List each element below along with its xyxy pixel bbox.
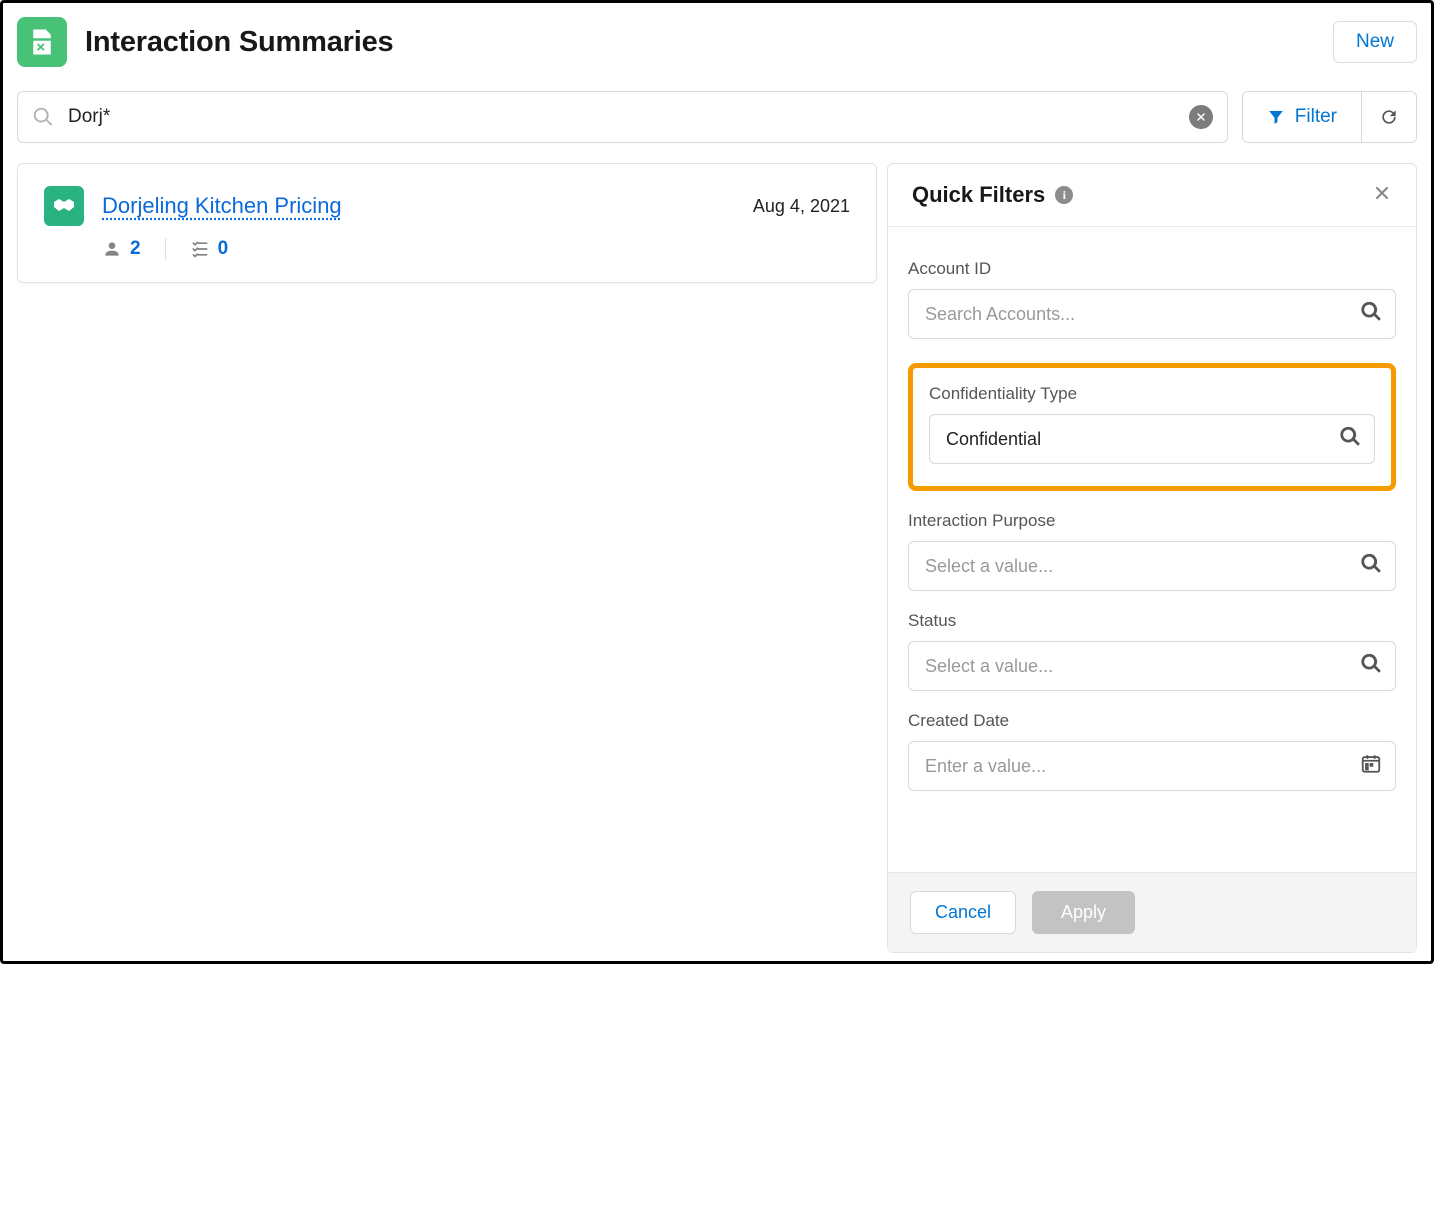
close-icon bbox=[1372, 183, 1392, 203]
search-icon bbox=[1360, 553, 1382, 580]
result-date: Aug 4, 2021 bbox=[753, 196, 850, 217]
page-title: Interaction Summaries bbox=[85, 26, 393, 59]
calendar-icon bbox=[1360, 753, 1382, 780]
created-date-input[interactable] bbox=[908, 741, 1396, 791]
meta-separator bbox=[165, 238, 166, 260]
interaction-purpose-input[interactable] bbox=[908, 541, 1396, 591]
highlighted-filter: Confidentiality Type bbox=[908, 363, 1396, 491]
search-input[interactable] bbox=[66, 105, 1189, 129]
result-card: Dorjeling Kitchen Pricing Aug 4, 2021 2 … bbox=[17, 163, 877, 283]
cancel-button[interactable]: Cancel bbox=[910, 891, 1016, 934]
info-icon[interactable]: i bbox=[1055, 186, 1073, 204]
status-input[interactable] bbox=[908, 641, 1396, 691]
confidentiality-input[interactable] bbox=[929, 414, 1375, 464]
confidentiality-label: Confidentiality Type bbox=[929, 384, 1375, 404]
created-date-field: Created Date bbox=[908, 711, 1396, 791]
new-button[interactable]: New bbox=[1333, 21, 1417, 63]
account-id-input[interactable] bbox=[908, 289, 1396, 339]
interaction-purpose-label: Interaction Purpose bbox=[908, 511, 1396, 531]
search-box[interactable] bbox=[17, 91, 1228, 143]
refresh-button[interactable] bbox=[1361, 92, 1416, 142]
account-id-field: Account ID bbox=[908, 259, 1396, 339]
person-icon bbox=[102, 239, 122, 259]
search-icon bbox=[1360, 653, 1382, 680]
filter-button[interactable]: Filter bbox=[1243, 92, 1361, 142]
filter-icon bbox=[1267, 108, 1285, 126]
app-icon bbox=[17, 17, 67, 67]
status-label: Status bbox=[908, 611, 1396, 631]
task-count[interactable]: 0 bbox=[190, 238, 229, 260]
result-title-link[interactable]: Dorjeling Kitchen Pricing bbox=[102, 193, 342, 219]
apply-button[interactable]: Apply bbox=[1032, 891, 1135, 934]
account-id-label: Account ID bbox=[908, 259, 1396, 279]
created-date-label: Created Date bbox=[908, 711, 1396, 731]
panel-title: Quick Filters bbox=[912, 182, 1045, 208]
status-field: Status bbox=[908, 611, 1396, 691]
confidentiality-field: Confidentiality Type bbox=[929, 384, 1375, 464]
clear-search-icon[interactable] bbox=[1189, 105, 1213, 129]
quick-filters-panel: Quick Filters i Account ID bbox=[887, 163, 1417, 953]
refresh-icon bbox=[1379, 107, 1399, 127]
filter-label: Filter bbox=[1295, 106, 1337, 128]
search-icon bbox=[32, 106, 54, 128]
search-icon bbox=[1360, 301, 1382, 328]
checklist-icon bbox=[190, 239, 210, 259]
close-panel-button[interactable] bbox=[1372, 183, 1392, 208]
handshake-icon bbox=[44, 186, 84, 226]
search-icon bbox=[1339, 426, 1361, 453]
attendee-count[interactable]: 2 bbox=[102, 238, 141, 260]
interaction-purpose-field: Interaction Purpose bbox=[908, 511, 1396, 591]
